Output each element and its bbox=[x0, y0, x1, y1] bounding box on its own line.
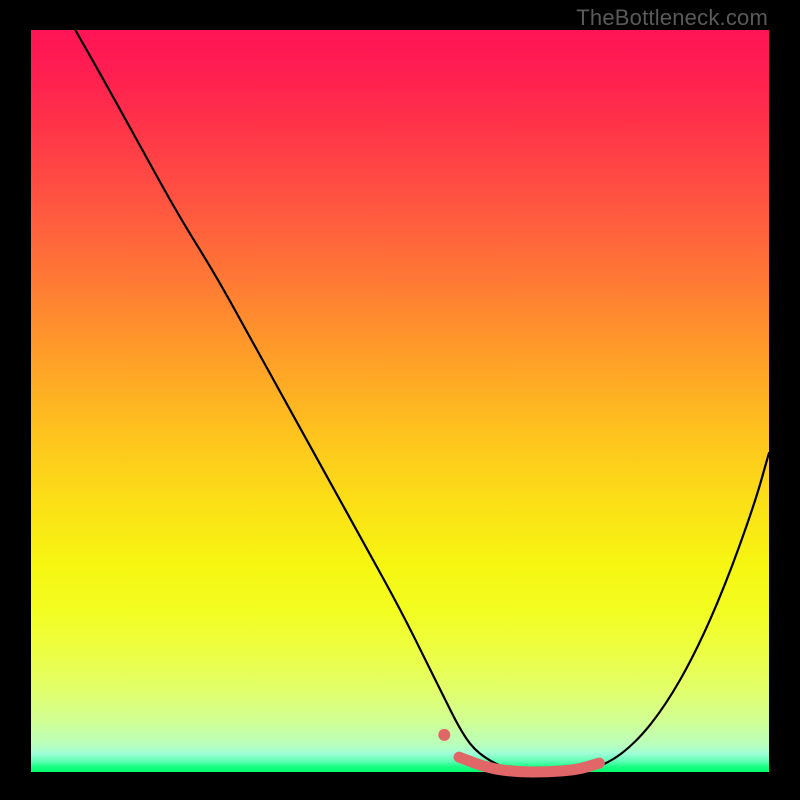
watermark-text: TheBottleneck.com bbox=[576, 5, 768, 31]
curve-layer bbox=[31, 30, 769, 772]
bottleneck-curve bbox=[75, 30, 769, 772]
chart-frame: TheBottleneck.com bbox=[0, 0, 800, 800]
highlight-start-dot bbox=[438, 729, 450, 741]
highlight-curve bbox=[459, 757, 599, 772]
